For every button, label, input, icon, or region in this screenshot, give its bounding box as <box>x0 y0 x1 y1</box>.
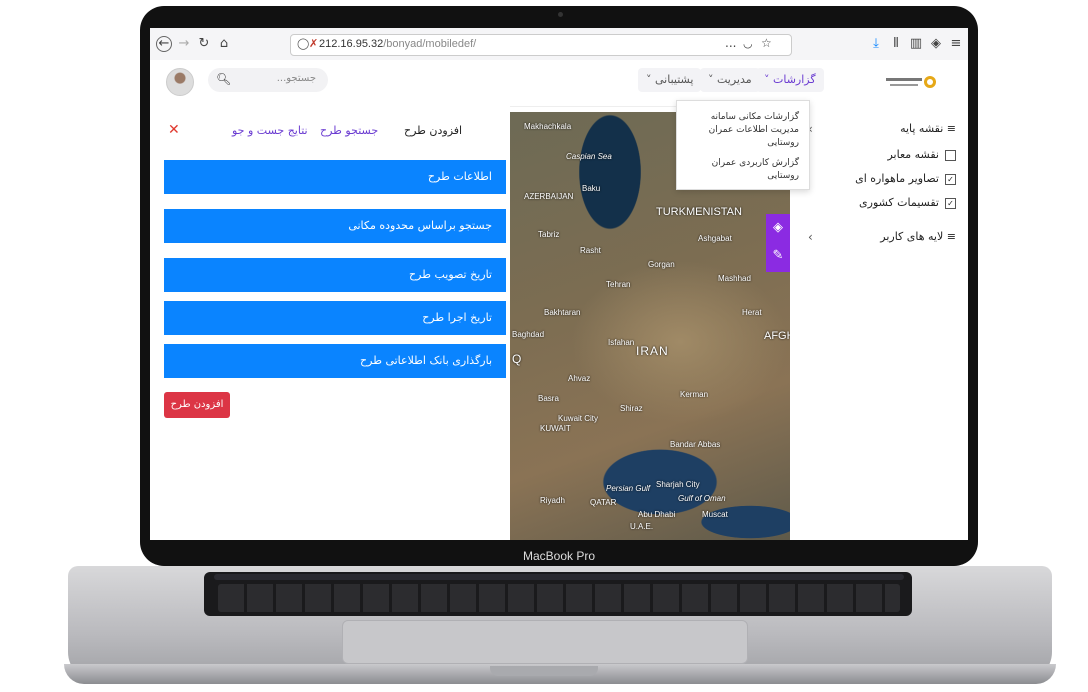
map-label: Muscat <box>702 510 728 519</box>
map-label: Gulf of Oman <box>678 494 726 503</box>
tab-search-plan[interactable]: جستجو طرح <box>320 124 378 137</box>
map-label: Tabriz <box>538 230 560 239</box>
reports-dropdown: گزارشات مکانی سامانه مدیریت اطلاعات عمرا… <box>676 100 810 190</box>
checkbox[interactable] <box>945 149 956 161</box>
home-icon[interactable]: ⌂ <box>216 36 232 52</box>
map-label: Baku <box>582 184 601 193</box>
base-map-header[interactable]: ≡ نقشه پایه <box>900 122 956 135</box>
map-label: TURKMENISTAN <box>656 206 742 218</box>
map-label: KUWAIT <box>540 424 571 433</box>
execution-date-button[interactable]: تاریخ اجرا طرح <box>164 301 506 335</box>
layer-street-map[interactable]: نقشه معابر <box>887 148 956 161</box>
search-input[interactable]: 🔍︎ جستجو... <box>208 68 328 92</box>
organization-logo <box>886 76 936 88</box>
url-path: /bonyad/mobiledef/ <box>383 38 477 50</box>
trackpad <box>342 620 748 664</box>
approval-date-button[interactable]: تاریخ تصویب طرح <box>164 258 506 292</box>
page-actions-more[interactable]: ... <box>725 36 736 50</box>
map-label: Ahvaz <box>568 374 591 383</box>
layer-satellite[interactable]: ✓ تصاویر ماهواره ای <box>855 172 956 185</box>
map-label: Persian Gulf <box>606 484 651 493</box>
map-label: Bandar Abbas <box>670 440 721 449</box>
layer-divisions[interactable]: ✓ تقسیمات کشوری <box>859 196 956 209</box>
shield-icon: ◯ <box>297 37 310 50</box>
add-plan-button[interactable]: افزودن طرح <box>164 392 230 418</box>
spatial-search-button[interactable]: جستجو براساس محدوده مکانی <box>164 209 506 243</box>
layer-label: نقشه معابر <box>887 148 939 161</box>
avatar[interactable] <box>166 68 194 96</box>
tab-search-results[interactable]: نتایج جست و جو <box>232 124 308 137</box>
measure-ruler-icon[interactable]: ✎ <box>770 248 786 264</box>
device-label: MacBook Pro <box>522 549 596 563</box>
menu-support[interactable]: پشتیبانی ˅ <box>638 68 702 92</box>
touch-bar <box>214 574 904 580</box>
map-label: Makhachkala <box>524 122 572 131</box>
layer-label: تقسیمات کشوری <box>859 196 939 209</box>
search-icon: 🔍︎ <box>216 72 232 86</box>
map-label: Gorgan <box>648 260 675 269</box>
camera-icon <box>558 12 563 17</box>
user-layers-title: لایه های کاربر <box>880 230 944 243</box>
download-icon[interactable]: ⤓ <box>868 36 884 52</box>
map-label: AFGHA <box>764 330 790 342</box>
map-label: Baghdad <box>512 330 545 339</box>
library-icon[interactable]: ⫴ <box>888 36 904 52</box>
keyboard-keys <box>218 584 900 612</box>
screen: ← → ↻ ⌂ ◯ ✗ 212.16.95.32/bonyad/mobilede… <box>150 28 968 540</box>
pocket-icon[interactable]: ◡ <box>743 37 753 50</box>
map-label: Caspian Sea <box>566 152 612 161</box>
chevron-left-icon[interactable]: ‹ <box>808 230 813 244</box>
menu-reports[interactable]: گزارشات ˅ <box>756 68 824 92</box>
dropdown-item-rural-report[interactable]: گزارش کاربردی عمران روستایی <box>683 157 799 183</box>
map-label: Kuwait City <box>558 414 599 423</box>
menu-lines-icon: ≡ <box>943 230 956 243</box>
map-label: AZERBAIJAN <box>524 192 574 201</box>
checkbox[interactable]: ✓ <box>945 173 956 185</box>
map-label: Sharjah City <box>656 480 700 489</box>
dropdown-item-spatial-reports[interactable]: گزارشات مکانی سامانه مدیریت اطلاعات عمرا… <box>683 111 799 150</box>
back-icon[interactable]: ← <box>156 36 172 52</box>
user-layers-header[interactable]: ≡ لایه های کاربر <box>880 230 956 243</box>
reload-icon[interactable]: ↻ <box>196 36 212 52</box>
url-bar[interactable]: ◯ ✗ 212.16.95.32/bonyad/mobiledef/ ... ◡… <box>290 34 792 56</box>
url-text: 212.16.95.32/bonyad/mobiledef/ <box>319 38 476 50</box>
map-label: Isfahan <box>608 338 635 347</box>
browser-toolbar: ← → ↻ ⌂ ◯ ✗ 212.16.95.32/bonyad/mobilede… <box>150 28 968 61</box>
layer-label: تصاویر ماهواره ای <box>855 172 939 185</box>
map-label: Tehran <box>606 280 631 289</box>
map-label: Rasht <box>580 246 601 255</box>
laptop-notch <box>490 666 598 676</box>
map-label: Herat <box>742 308 762 317</box>
map-label: Ashgabat <box>698 234 732 243</box>
map-label: Basra <box>538 394 559 403</box>
plan-info-button[interactable]: اطلاعات طرح <box>164 160 506 194</box>
layers-icon[interactable]: ◈ <box>770 220 786 236</box>
map-label: Shiraz <box>620 404 643 413</box>
insecure-lock-icon: ✗ <box>309 37 319 50</box>
checkbox[interactable]: ✓ <box>945 197 956 209</box>
search-placeholder: جستجو... <box>276 73 316 84</box>
close-icon[interactable]: ✕ <box>168 122 180 138</box>
map-label: QATAR <box>590 498 617 507</box>
extension-icon[interactable]: ◈ <box>928 36 944 52</box>
map-label: Riyadh <box>540 496 565 505</box>
forward-icon[interactable]: → <box>176 36 192 52</box>
map-toolbar: ◈ ✎ <box>766 214 790 272</box>
base-map-title: نقشه پایه <box>900 122 944 135</box>
map-label: Abu Dhabi <box>638 510 676 519</box>
map-label: Mashhad <box>718 274 751 283</box>
map-label: Bakhtaran <box>544 308 581 317</box>
map-label: Q <box>512 352 523 366</box>
hamburger-menu-icon[interactable]: ≡ <box>948 36 964 52</box>
menu-management[interactable]: مدیریت ˅ <box>700 68 760 92</box>
sidebar-icon[interactable]: ▥ <box>908 36 924 52</box>
upload-database-button[interactable]: بارگذاری بانک اطلاعاتی طرح <box>164 344 506 378</box>
map-label: Kerman <box>680 390 709 399</box>
tab-add-plan[interactable]: افزودن طرح <box>404 124 462 137</box>
bookmark-star-icon[interactable]: ☆ <box>761 36 772 50</box>
url-host: 212.16.95.32 <box>319 38 384 50</box>
map-label: U.A.E. <box>630 522 654 531</box>
map-label: IRAN <box>636 344 669 358</box>
menu-lines-icon: ≡ <box>943 122 956 135</box>
